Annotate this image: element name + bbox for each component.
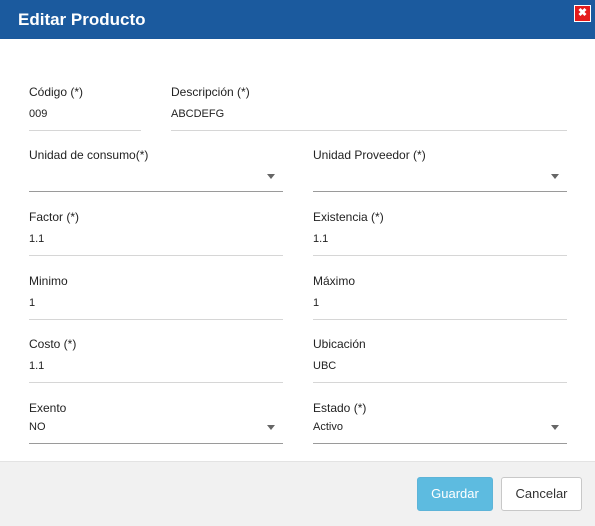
minimo-underline (29, 319, 283, 320)
dialog-footer: Guardar Cancelar (0, 462, 595, 526)
dialog-body: Código (*) 009 Descripción (*) ABCDEFG U… (0, 39, 595, 462)
exento-underline (29, 443, 283, 444)
chevron-down-icon[interactable] (267, 174, 275, 179)
codigo-label: Código (*) (29, 85, 84, 99)
exento-value: NO (29, 421, 46, 433)
unidad-proveedor-label: Unidad Proveedor (*) (313, 148, 426, 162)
chevron-down-icon[interactable] (551, 174, 559, 179)
factor-label: Factor (*) (29, 210, 80, 224)
descripcion-field[interactable]: Descripción (*) ABCDEFG (171, 85, 567, 131)
existencia-underline (313, 255, 567, 256)
maximo-input[interactable]: 1 (313, 297, 319, 309)
ubicacion-label: Ubicación (313, 337, 366, 351)
minimo-input[interactable]: 1 (29, 297, 35, 309)
costo-underline (29, 382, 283, 383)
estado-value: Activo (313, 421, 343, 433)
unidad-consumo-select[interactable]: Unidad de consumo(*) (29, 148, 283, 192)
edit-product-dialog: Editar Producto ✖ Código (*) 009 Descrip… (0, 0, 595, 526)
maximo-label: Máximo (313, 274, 356, 288)
dialog-title: Editar Producto (18, 10, 146, 29)
dialog-header: Editar Producto ✖ (0, 0, 595, 39)
unidad-proveedor-underline (313, 191, 567, 192)
costo-label: Costo (*) (29, 337, 77, 351)
exento-select[interactable]: Exento NO (29, 401, 283, 444)
cancel-button[interactable]: Cancelar (501, 477, 582, 511)
estado-underline (313, 443, 567, 444)
existencia-label: Existencia (*) (313, 210, 384, 224)
factor-underline (29, 255, 283, 256)
estado-label: Estado (*) (313, 401, 367, 415)
costo-field[interactable]: Costo (*) 1.1 (29, 337, 283, 383)
chevron-down-icon[interactable] (551, 425, 559, 430)
existencia-field[interactable]: Existencia (*) 1.1 (313, 210, 567, 256)
maximo-field[interactable]: Máximo 1 (313, 274, 567, 320)
save-button[interactable]: Guardar (417, 477, 493, 511)
minimo-label: Minimo (29, 274, 68, 288)
close-icon[interactable]: ✖ (574, 5, 591, 22)
unidad-consumo-label: Unidad de consumo(*) (29, 148, 149, 162)
codigo-underline (29, 130, 141, 131)
ubicacion-field[interactable]: Ubicación UBC (313, 337, 567, 383)
ubicacion-underline (313, 382, 567, 383)
ubicacion-input[interactable]: UBC (313, 360, 336, 372)
unidad-proveedor-select[interactable]: Unidad Proveedor (*) (313, 148, 567, 192)
factor-field[interactable]: Factor (*) 1.1 (29, 210, 283, 256)
codigo-input[interactable]: 009 (29, 108, 47, 120)
costo-input[interactable]: 1.1 (29, 360, 44, 372)
descripcion-label: Descripción (*) (171, 85, 250, 99)
factor-input[interactable]: 1.1 (29, 233, 44, 245)
chevron-down-icon[interactable] (267, 425, 275, 430)
descripcion-underline (171, 130, 567, 131)
exento-label: Exento (29, 401, 67, 415)
existencia-input[interactable]: 1.1 (313, 233, 328, 245)
codigo-field[interactable]: Código (*) 009 (29, 85, 141, 131)
minimo-field[interactable]: Minimo 1 (29, 274, 283, 320)
estado-select[interactable]: Estado (*) Activo (313, 401, 567, 444)
unidad-consumo-underline (29, 191, 283, 192)
maximo-underline (313, 319, 567, 320)
descripcion-input[interactable]: ABCDEFG (171, 108, 224, 120)
